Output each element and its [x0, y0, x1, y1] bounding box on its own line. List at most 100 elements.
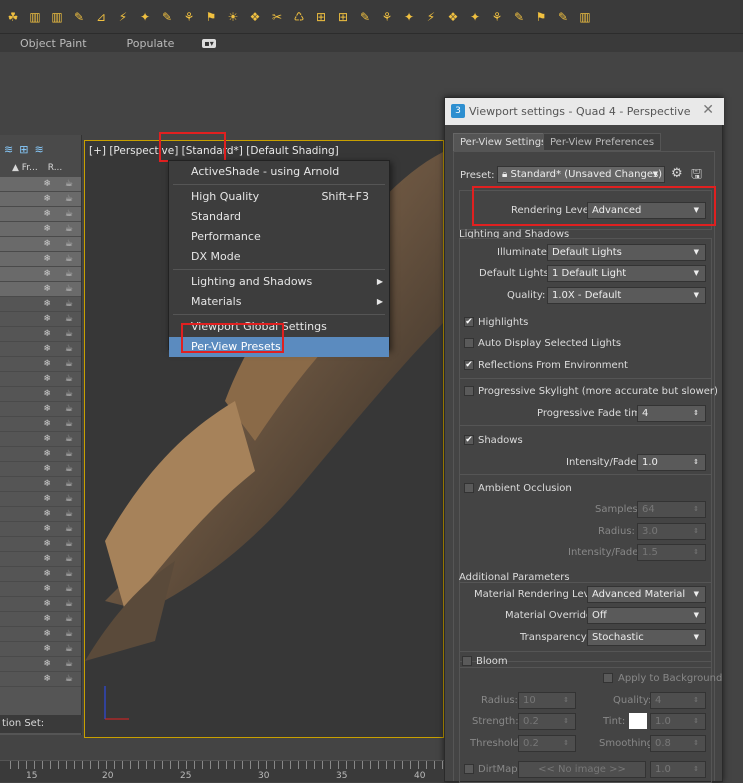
grid-icon[interactable]: ⊞	[312, 8, 330, 26]
cube-icon[interactable]: ❖	[444, 8, 462, 26]
render-icon[interactable]: ☕	[65, 419, 73, 429]
list-item[interactable]: ❄ ☕	[0, 552, 81, 567]
freeze-icon[interactable]: ❄	[43, 554, 51, 564]
dirtmap-spinner[interactable]: 1.0 ⇕	[650, 761, 706, 778]
render-icon[interactable]: ☕	[65, 569, 73, 579]
freeze-icon[interactable]: ❄	[43, 464, 51, 474]
list-item[interactable]: ❄ ☕	[0, 387, 81, 402]
transparency-dropdown[interactable]: Stochastic ▼	[587, 629, 706, 646]
list-item[interactable]: ❄ ☕	[0, 222, 81, 237]
dirtmap-checkbox[interactable]	[464, 764, 474, 774]
menu-item-materials[interactable]: Materials ▶	[169, 292, 389, 312]
list-item[interactable]: ❄ ☕	[0, 657, 81, 672]
bloom-strength-spinner[interactable]: 0.2 ⇕	[518, 713, 576, 730]
column-freeze[interactable]: ▲ Fr...	[12, 163, 38, 177]
render-icon[interactable]: ☕	[65, 404, 73, 414]
fade-time-spinner[interactable]: 4 ⇕	[637, 405, 706, 422]
list-item[interactable]: ❄ ☕	[0, 462, 81, 477]
list-item[interactable]: ❄ ☕	[0, 447, 81, 462]
layer-icon[interactable]: ≋	[4, 143, 13, 156]
list-item[interactable]: ❄ ☕	[0, 207, 81, 222]
flash-icon[interactable]: ⚡	[422, 8, 440, 26]
rendering-level-dropdown[interactable]: Advanced ▼	[587, 202, 706, 219]
render-icon[interactable]: ☕	[65, 284, 73, 294]
freeze-icon[interactable]: ❄	[43, 404, 51, 414]
menu-item-standard[interactable]: Standard	[169, 207, 389, 227]
list-item[interactable]: ❄ ☕	[0, 672, 81, 687]
freeze-icon[interactable]: ❄	[43, 494, 51, 504]
list-item[interactable]: ❄ ☕	[0, 267, 81, 282]
list-item[interactable]: ❄ ☕	[0, 417, 81, 432]
grid-icon[interactable]: ⊞	[334, 8, 352, 26]
ribbon-tab-object-paint[interactable]: Object Paint	[20, 37, 87, 50]
viewport-label[interactable]: [+] [Perspective] [Standard*] [Default S…	[89, 145, 339, 157]
list-item[interactable]: ❄ ☕	[0, 297, 81, 312]
freeze-icon[interactable]: ❄	[43, 239, 51, 249]
recycle-icon[interactable]: ♺	[290, 8, 308, 26]
list-item[interactable]: ❄ ☕	[0, 597, 81, 612]
mat-override-dropdown[interactable]: Off ▼	[587, 607, 706, 624]
render-icon[interactable]: ☕	[65, 254, 73, 264]
default-lights-dropdown[interactable]: 1 Default Light ▼	[547, 265, 706, 282]
render-icon[interactable]: ☕	[65, 269, 73, 279]
ribbon-options-icon[interactable]: ▪▾	[202, 38, 216, 48]
list-item[interactable]: ❄ ☕	[0, 432, 81, 447]
bloom-radius-spinner[interactable]: 10 ⇕	[518, 692, 576, 709]
list-item[interactable]: ❄ ☕	[0, 372, 81, 387]
freeze-icon[interactable]: ❄	[43, 629, 51, 639]
render-icon[interactable]: ☕	[65, 434, 73, 444]
freeze-icon[interactable]: ❄	[43, 359, 51, 369]
column-render[interactable]: R...	[48, 163, 63, 177]
flag-icon[interactable]: ⚑	[202, 8, 220, 26]
gear-icon[interactable]: ⚙	[671, 166, 683, 181]
paint-icon[interactable]: ☘	[4, 8, 22, 26]
grid-icon[interactable]: ▥	[48, 8, 66, 26]
list-item[interactable]: ❄ ☕	[0, 177, 81, 192]
render-icon[interactable]: ☕	[65, 209, 73, 219]
auto-display-checkbox[interactable]	[464, 338, 474, 348]
list-item[interactable]: ❄ ☕	[0, 567, 81, 582]
apply-bg-checkbox[interactable]	[603, 673, 613, 683]
render-icon[interactable]: ☕	[65, 614, 73, 624]
intensity-spinner[interactable]: 1.0 ⇕	[637, 454, 706, 471]
save-icon[interactable]: 🖫	[691, 165, 702, 187]
render-icon[interactable]: ☕	[65, 449, 73, 459]
render-icon[interactable]: ☕	[65, 314, 73, 324]
render-icon[interactable]: ☕	[65, 299, 73, 309]
render-icon[interactable]: ☕	[65, 539, 73, 549]
list-item[interactable]: ❄ ☕	[0, 402, 81, 417]
render-icon[interactable]: ☕	[65, 509, 73, 519]
render-icon[interactable]: ☕	[65, 239, 73, 249]
menu-item-high-quality[interactable]: High Quality Shift+F3	[169, 187, 389, 207]
bloom-checkbox[interactable]	[462, 656, 472, 666]
freeze-icon[interactable]: ❄	[43, 644, 51, 654]
list-item[interactable]: ❄ ☕	[0, 477, 81, 492]
menu-item-lighting-shadows[interactable]: Lighting and Shadows ▶	[169, 272, 389, 292]
star-icon[interactable]: ✦	[466, 8, 484, 26]
menu-item-per-view-presets[interactable]: Per-View Presets	[169, 337, 389, 357]
grid-icon[interactable]: ▥	[576, 8, 594, 26]
layer-stack-icon[interactable]: ≋	[34, 143, 43, 156]
ao-intensity-spinner[interactable]: 1.5 ⇕	[637, 544, 706, 561]
grid-icon[interactable]: ▥	[26, 8, 44, 26]
freeze-icon[interactable]: ❄	[43, 569, 51, 579]
menu-item-global-settings[interactable]: Viewport Global Settings	[169, 317, 389, 337]
tab-per-view-preferences[interactable]: Per-View Preferences	[543, 133, 662, 151]
plant-icon[interactable]: ⚘	[378, 8, 396, 26]
render-icon[interactable]: ☕	[65, 344, 73, 354]
bloom-smoothing-spinner[interactable]: 0.8 ⇕	[650, 735, 706, 752]
shadows-checkbox[interactable]: ✔	[464, 435, 474, 445]
flag-icon[interactable]: ⚑	[532, 8, 550, 26]
layer-add-icon[interactable]: ⊞	[19, 143, 28, 156]
render-icon[interactable]: ☕	[65, 224, 73, 234]
list-item[interactable]: ❄ ☕	[0, 522, 81, 537]
highlights-checkbox[interactable]: ✔	[464, 317, 474, 327]
ambient-occlusion-checkbox[interactable]	[464, 483, 474, 493]
freeze-icon[interactable]: ❄	[43, 389, 51, 399]
freeze-icon[interactable]: ❄	[43, 434, 51, 444]
cut-icon[interactable]: ✂	[268, 8, 286, 26]
menu-item-activeshade[interactable]: ActiveShade - using Arnold	[169, 162, 389, 182]
list-item[interactable]: ❄ ☕	[0, 237, 81, 252]
render-icon[interactable]: ☕	[65, 554, 73, 564]
freeze-icon[interactable]: ❄	[43, 299, 51, 309]
